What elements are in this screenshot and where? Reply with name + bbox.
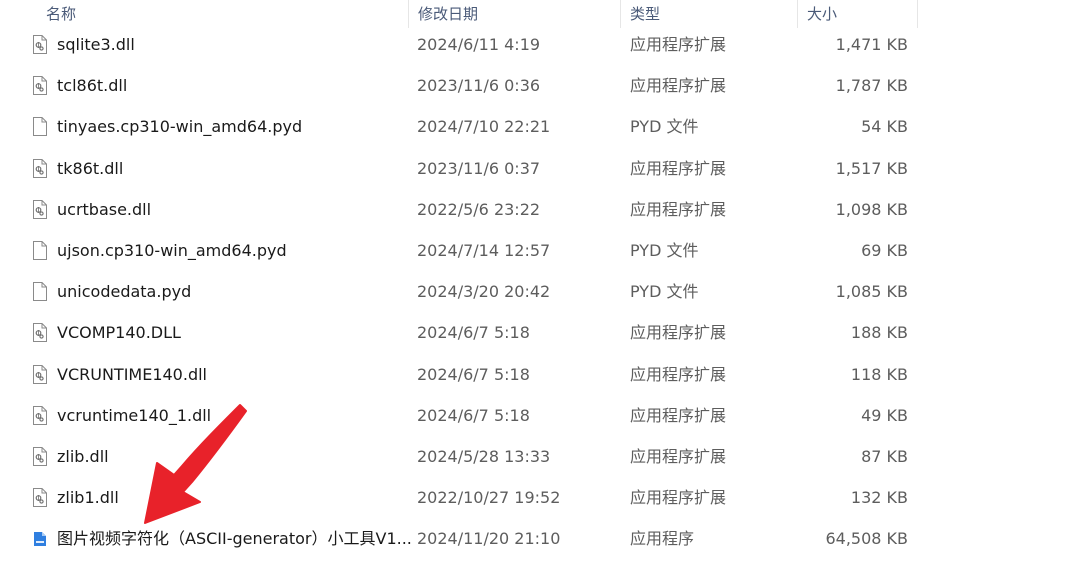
file-name: zlib.dll bbox=[57, 447, 109, 466]
dll-file-icon bbox=[33, 35, 47, 54]
file-type: PYD 文件 bbox=[630, 117, 699, 137]
file-name: vcruntime140_1.dll bbox=[57, 405, 212, 425]
file-row[interactable]: zlib.dll 2024/5/28 13:33 应用程序扩展 87 KB bbox=[0, 436, 1080, 477]
file-date-modified: 2024/5/28 13:33 bbox=[417, 447, 551, 466]
file-name: 图片视频字符化（ASCII-generator）小工具V1... bbox=[57, 529, 412, 549]
file-type: 应用程序扩展 bbox=[630, 447, 727, 466]
file-date-modified: 2024/7/14 12:57 bbox=[417, 241, 551, 260]
file-row[interactable]: vcruntime140_1.dll 2024/6/7 5:18 应用程序扩展 49 … bbox=[0, 395, 1080, 436]
file-size: 188 KB bbox=[850, 323, 908, 343]
file-row[interactable]: tinyaes.cp310-win_amd64.pyd 2024/7/10 22:… bbox=[0, 106, 1080, 147]
file-date-modified: 2024/6/7 5:18 bbox=[417, 405, 530, 425]
file-size: 54 KB bbox=[861, 117, 908, 137]
file-date-modified: 2024/11/20 21:10 bbox=[417, 529, 561, 549]
file-name: VCRUNTIME140.dll bbox=[57, 364, 207, 384]
dll-file-icon bbox=[33, 364, 47, 384]
dll-file-icon bbox=[33, 158, 47, 178]
file-name: VCOMP140.DLL bbox=[57, 323, 181, 343]
dll-file-icon bbox=[33, 76, 47, 96]
file-row[interactable]: tk86t.dll 2023/11/6 0:37 应用程序扩展 1,517 KB bbox=[0, 148, 1080, 189]
file-row[interactable]: VCRUNTIME140.dll 2024/6/7 5:18 应用程序扩展 118 K… bbox=[0, 354, 1080, 395]
file-size: 1,517 KB bbox=[835, 158, 908, 178]
file-size: 87 KB bbox=[861, 447, 908, 466]
file-type: 应用程序扩展 bbox=[630, 405, 727, 425]
file-name: ujson.cp310-win_amd64.pyd bbox=[57, 241, 287, 260]
file-row[interactable]: 图片视频字符化（ASCII-generator）小工具V1... 2024/11/… bbox=[0, 518, 1080, 559]
file-date-modified: 2023/11/6 0:37 bbox=[417, 158, 541, 178]
file-size: 64,508 KB bbox=[825, 529, 908, 549]
file-date-modified: 2023/11/6 0:36 bbox=[417, 76, 541, 96]
file-name: tk86t.dll bbox=[57, 158, 124, 178]
file-size: 132 KB bbox=[850, 488, 908, 508]
exe-app-icon bbox=[34, 532, 46, 547]
file-size: 49 KB bbox=[861, 405, 908, 425]
file-row[interactable]: VCOMP140.DLL 2024/6/7 5:18 应用程序扩展 188 KB bbox=[0, 312, 1080, 353]
dll-file-icon bbox=[33, 405, 47, 425]
file-type: 应用程序扩展 bbox=[630, 76, 727, 96]
file-date-modified: 2024/7/10 22:21 bbox=[417, 117, 551, 137]
file-type: 应用程序扩展 bbox=[630, 323, 727, 343]
file-name: tcl86t.dll bbox=[57, 76, 128, 96]
dll-file-icon bbox=[33, 488, 47, 508]
blank-file-icon bbox=[33, 117, 47, 137]
file-row[interactable]: ujson.cp310-win_amd64.pyd 2024/7/14 12:57… bbox=[0, 230, 1080, 271]
file-type: 应用程序扩展 bbox=[630, 35, 727, 54]
sort-indicator-icon: ^ bbox=[228, 0, 236, 5]
file-explorer-details-view: ^ 名称 修改日期 类型 大小 sqlite3.dll2024/6/11 4:1… bbox=[0, 0, 1080, 573]
file-date-modified: 2024/6/7 5:18 bbox=[417, 323, 530, 343]
file-date-modified: 2024/3/20 20:42 bbox=[417, 282, 551, 302]
file-row[interactable]: sqlite3.dll 2024/6/11 4:19 应用程序扩展 1,471 KB bbox=[0, 24, 1080, 65]
file-row[interactable]: tcl86t.dll 2023/11/6 0:36 应用程序扩展 1,787 KB bbox=[0, 65, 1080, 106]
file-name: zlib1.dll bbox=[57, 488, 119, 508]
dll-file-icon bbox=[33, 323, 47, 343]
file-size: 69 KB bbox=[861, 241, 908, 260]
file-size: 1,085 KB bbox=[835, 282, 908, 302]
file-type: 应用程序扩展 bbox=[630, 364, 727, 384]
file-date-modified: 2022/10/27 19:52 bbox=[417, 488, 561, 508]
dll-file-icon bbox=[33, 199, 47, 219]
file-size: 118 KB bbox=[850, 364, 908, 384]
file-name: unicodedata.pyd bbox=[57, 282, 192, 302]
file-size: 1,787 KB bbox=[835, 76, 908, 96]
file-name: ucrtbase.dll bbox=[57, 199, 152, 219]
file-name: tinyaes.cp310-win_amd64.pyd bbox=[57, 117, 303, 137]
file-row[interactable]: zlib1.dll 2022/10/27 19:52 应用程序扩展 132 KB bbox=[0, 477, 1080, 518]
file-size: 1,098 KB bbox=[835, 199, 908, 219]
file-type: 应用程序扩展 bbox=[630, 199, 727, 219]
file-type: PYD 文件 bbox=[630, 282, 699, 302]
file-row[interactable]: ucrtbase.dll 2022/5/6 23:22 应用程序扩展 1,098 KB bbox=[0, 189, 1080, 230]
file-type: 应用程序 bbox=[630, 529, 695, 549]
blank-file-icon bbox=[33, 282, 47, 302]
file-date-modified: 2024/6/11 4:19 bbox=[417, 35, 541, 54]
file-date-modified: 2022/5/6 23:22 bbox=[417, 199, 541, 219]
blank-file-icon bbox=[33, 241, 47, 260]
file-name: sqlite3.dll bbox=[57, 35, 135, 54]
file-type: PYD 文件 bbox=[630, 241, 699, 260]
file-type: 应用程序扩展 bbox=[630, 158, 727, 178]
file-row[interactable]: unicodedata.pyd 2024/3/20 20:42 PYD 文件 1,08… bbox=[0, 271, 1080, 312]
file-size: 1,471 KB bbox=[835, 35, 908, 54]
file-date-modified: 2024/6/7 5:18 bbox=[417, 364, 530, 384]
file-type: 应用程序扩展 bbox=[630, 488, 727, 508]
dll-file-icon bbox=[33, 447, 47, 466]
